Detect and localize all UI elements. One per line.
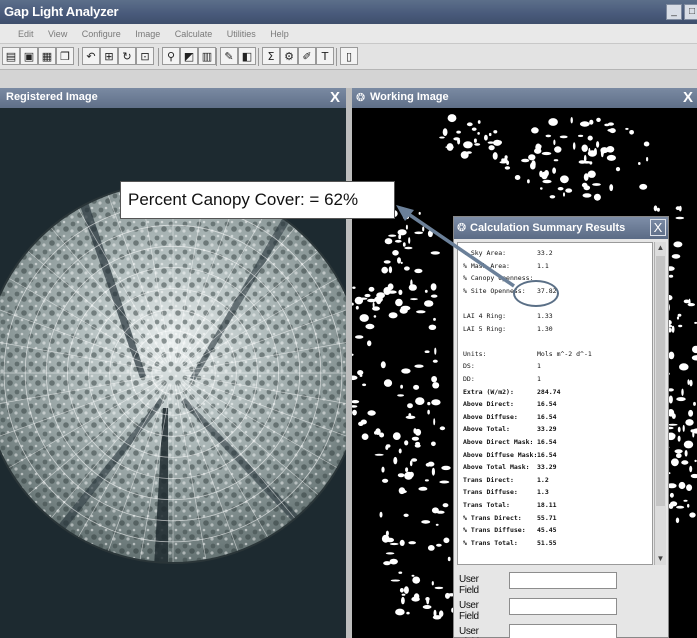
gap-light-analyzer-window: Gap Light Analyzer _ □ Edit View Configu… [0,0,697,638]
percent-canopy-cover-callout: Percent Canopy Cover: = 62% [120,181,395,219]
callout-arrow [396,205,515,288]
percent-canopy-cover-text: Percent Canopy Cover: = 62% [128,190,359,209]
